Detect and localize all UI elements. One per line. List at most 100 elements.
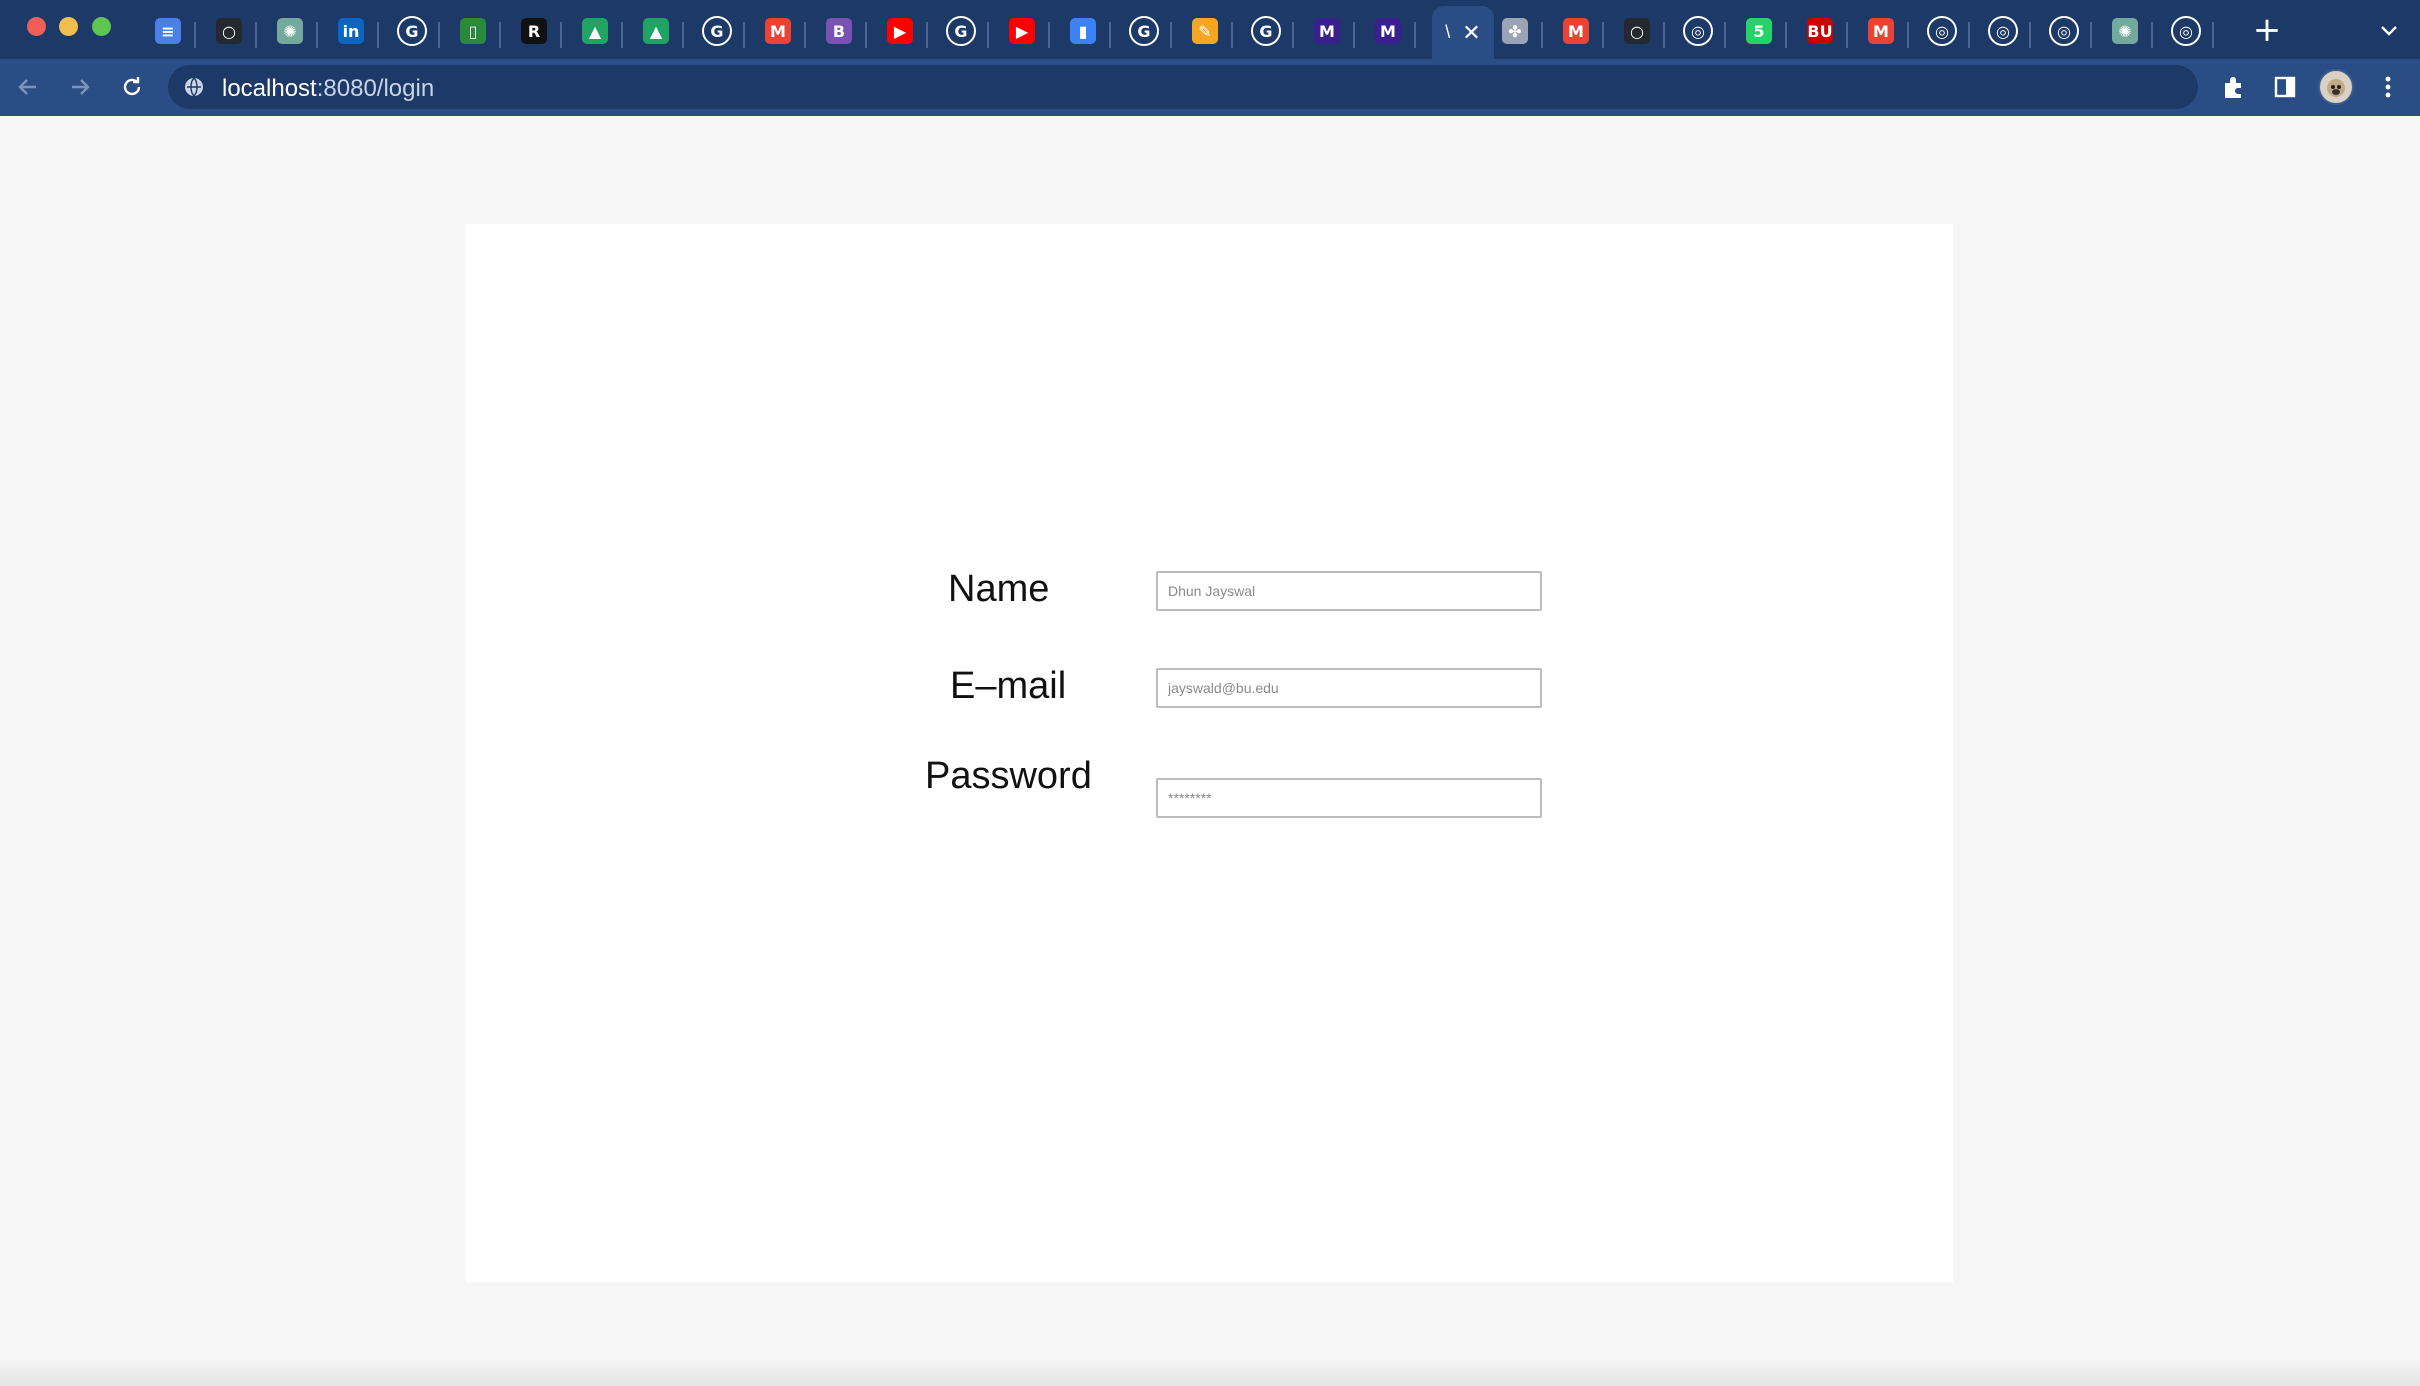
- extensions-button[interactable]: [2214, 67, 2254, 107]
- github-icon: ○: [1624, 18, 1650, 44]
- tab-chrome[interactable]: ◎: [1914, 10, 1970, 52]
- url-host: localhost: [222, 75, 317, 102]
- tab-separator: [1414, 22, 1416, 48]
- tab-separator: [1724, 22, 1726, 48]
- tab-separator: [1968, 22, 1970, 48]
- password-input[interactable]: [1156, 778, 1542, 818]
- tab-separator: [926, 22, 928, 48]
- email-input[interactable]: [1156, 668, 1542, 708]
- tab-youtube[interactable]: ▶: [994, 10, 1050, 52]
- tab-bu[interactable]: BU: [1792, 10, 1848, 52]
- tab-github[interactable]: ○: [201, 10, 257, 52]
- google-drive-icon: ▲: [643, 18, 669, 44]
- password-label: Password: [925, 755, 1092, 797]
- tab-m[interactable]: M: [1360, 10, 1416, 52]
- tab-google[interactable]: G: [1116, 10, 1172, 52]
- tab-figma[interactable]: ✤: [1487, 10, 1543, 52]
- youtube-icon: ▶: [887, 18, 913, 44]
- chrome-icon: ◎: [1683, 16, 1713, 46]
- tab-google[interactable]: G: [384, 10, 440, 52]
- tab-youtube[interactable]: ▶: [872, 10, 928, 52]
- google-docs-icon: ≡: [155, 18, 181, 44]
- login-card: Name E–mail Password: [465, 224, 1953, 1282]
- window-close-button[interactable]: [27, 17, 46, 36]
- tab-google-drive[interactable]: ▲: [567, 10, 623, 52]
- address-bar[interactable]: localhost:8080/login: [168, 65, 2198, 109]
- email-label: E–mail: [950, 665, 1067, 707]
- tab-notes[interactable]: ✎: [1177, 10, 1233, 52]
- google-icon: G: [1251, 16, 1281, 46]
- tab-gmail[interactable]: M: [750, 10, 806, 52]
- tab-separator: [1292, 22, 1294, 48]
- tab-gmail[interactable]: M: [1548, 10, 1604, 52]
- tab-search-button[interactable]: [2372, 14, 2406, 48]
- phone-icon: ▯: [460, 18, 486, 44]
- avatar: [2318, 69, 2354, 105]
- tab-google-docs[interactable]: ≡: [140, 10, 196, 52]
- tab-separator: [1907, 22, 1909, 48]
- tab-gmail[interactable]: M: [1853, 10, 1909, 52]
- tab-m[interactable]: M: [1299, 10, 1355, 52]
- tab-google-drive[interactable]: ▲: [628, 10, 684, 52]
- google-icon: G: [397, 16, 427, 46]
- tab-google[interactable]: G: [1238, 10, 1294, 52]
- name-input[interactable]: [1156, 571, 1542, 611]
- tab-google[interactable]: G: [689, 10, 745, 52]
- window-bottom-edge: [0, 1358, 2420, 1386]
- tab-github[interactable]: ○: [1609, 10, 1665, 52]
- chrome-icon: ◎: [1988, 16, 2018, 46]
- tab-chatgpt[interactable]: ✺: [262, 10, 318, 52]
- bu-icon: BU: [1807, 18, 1833, 44]
- profile-button[interactable]: [2316, 67, 2356, 107]
- tab-separator: [1785, 22, 1787, 48]
- tab-phone[interactable]: ▯: [445, 10, 501, 52]
- tab-active-favicon: \: [1445, 22, 1451, 42]
- tab-separator: [377, 22, 379, 48]
- m-icon: M: [1375, 18, 1401, 44]
- tab-chrome[interactable]: ◎: [1975, 10, 2031, 52]
- side-panel-button[interactable]: [2265, 67, 2305, 107]
- window-zoom-button[interactable]: [92, 17, 111, 36]
- tab-linkedin[interactable]: in: [323, 10, 379, 52]
- site-info-icon[interactable]: [184, 77, 204, 97]
- reload-button[interactable]: [112, 67, 152, 107]
- google-drive-icon: ▲: [582, 18, 608, 44]
- side-panel-icon: [2274, 76, 2296, 98]
- name-label: Name: [948, 568, 1050, 610]
- url-path: :8080/login: [316, 75, 435, 102]
- forward-button[interactable]: [60, 67, 100, 107]
- chatgpt-icon: ✺: [277, 18, 303, 44]
- tab-whatsapp[interactable]: 5: [1731, 10, 1787, 52]
- back-button[interactable]: [8, 67, 48, 107]
- close-tab-icon[interactable]: ✕: [1462, 20, 1480, 46]
- tab-bootstrap[interactable]: B: [811, 10, 867, 52]
- tab-separator: [499, 22, 501, 48]
- tab-active-login[interactable]: \ ✕: [1432, 6, 1494, 59]
- chatgpt-icon: ✺: [2112, 18, 2138, 44]
- tab-chrome[interactable]: ◎: [1670, 10, 1726, 52]
- tab-google[interactable]: G: [933, 10, 989, 52]
- tab-separator: [1170, 22, 1172, 48]
- google-icon: G: [1129, 16, 1159, 46]
- browser-menu-button[interactable]: [2368, 67, 2408, 107]
- tab-r[interactable]: R: [506, 10, 562, 52]
- tab-separator: [2029, 22, 2031, 48]
- tab-separator: [743, 22, 745, 48]
- tab-analytics[interactable]: ▮: [1055, 10, 1111, 52]
- window-minimize-button[interactable]: [59, 17, 78, 36]
- tab-separator: [1663, 22, 1665, 48]
- tab-chrome[interactable]: ◎: [2158, 10, 2214, 52]
- notes-icon: ✎: [1192, 18, 1218, 44]
- browser-toolbar: localhost:8080/login: [0, 59, 2420, 116]
- puzzle-icon: [2225, 77, 2241, 98]
- tab-separator: [438, 22, 440, 48]
- new-tab-button[interactable]: +: [2247, 10, 2287, 50]
- analytics-icon: ▮: [1070, 18, 1096, 44]
- tab-separator: [1353, 22, 1355, 48]
- chrome-icon: ◎: [1927, 16, 1957, 46]
- tab-chrome[interactable]: ◎: [2036, 10, 2092, 52]
- tab-chatgpt[interactable]: ✺: [2097, 10, 2153, 52]
- tab-separator: [804, 22, 806, 48]
- tab-separator: [1231, 22, 1233, 48]
- more-vert-icon: [2385, 76, 2391, 98]
